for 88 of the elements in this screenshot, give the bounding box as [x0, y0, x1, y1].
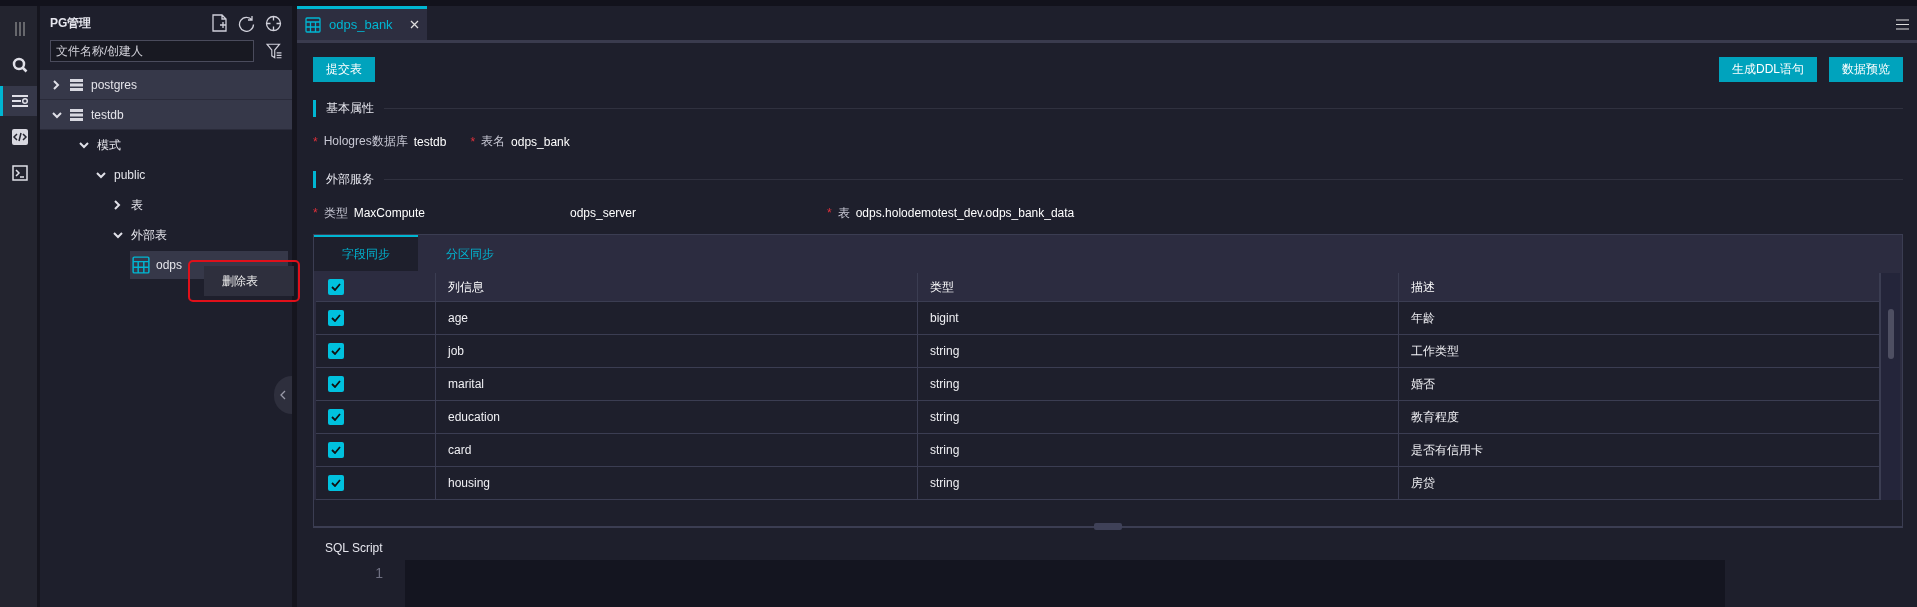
column-header: 列信息	[436, 273, 918, 303]
code-icon[interactable]	[12, 129, 28, 145]
field-value: MaxCompute	[353, 206, 426, 221]
checkbox[interactable]	[328, 310, 344, 327]
table-cell: 工作类型	[1399, 335, 1880, 369]
collapse-handle[interactable]	[274, 376, 292, 414]
checkbox[interactable]	[328, 475, 344, 492]
column-header: 描述	[1399, 273, 1880, 303]
list-icon[interactable]	[11, 94, 29, 108]
search-field[interactable]: 文件名称/创建人	[50, 40, 254, 62]
table-cell: housing	[436, 467, 918, 501]
tree-item[interactable]: public	[40, 160, 292, 190]
checkbox[interactable]	[328, 343, 344, 360]
refresh-icon[interactable]	[238, 14, 255, 32]
sub-tab[interactable]: 字段同步	[314, 235, 418, 272]
table-cell: 房贷	[1399, 467, 1880, 501]
check-icon	[331, 446, 341, 455]
field-value: testdb	[413, 134, 447, 149]
table-cell: job	[436, 335, 918, 369]
field-label: Hologres数据库	[323, 133, 408, 151]
table-cell: string	[918, 467, 1399, 501]
table-cell: string	[918, 434, 1399, 468]
terminal-icon[interactable]	[12, 165, 28, 181]
table-cell: card	[436, 434, 918, 468]
checkbox[interactable]	[328, 279, 344, 296]
tree-item[interactable]: testdb	[40, 100, 292, 130]
table-cell: 年龄	[1399, 302, 1880, 336]
table-cell: bigint	[918, 302, 1399, 336]
required-mark: *	[470, 134, 476, 149]
required-mark: *	[313, 206, 318, 221]
check-icon	[331, 380, 341, 389]
table-cell: education	[436, 401, 918, 435]
checkbox[interactable]	[328, 409, 344, 426]
field-value: odps_bank	[511, 134, 570, 149]
search-icon[interactable]	[12, 57, 28, 73]
table-cell: 婚否	[1399, 368, 1880, 402]
line-number: 1	[374, 565, 383, 582]
sidebar-title: PG管理	[50, 14, 93, 32]
table-cell: 是否有信用卡	[1399, 434, 1880, 468]
new-file-icon[interactable]	[212, 14, 228, 32]
check-icon	[331, 413, 341, 422]
close-icon[interactable]	[410, 20, 419, 29]
field-label: 表	[837, 204, 850, 222]
grip-icon[interactable]	[14, 21, 26, 37]
chevron-down-icon[interactable]	[52, 110, 62, 119]
database-icon	[70, 108, 83, 121]
sql-script-title: SQL Script	[325, 541, 383, 556]
chevron-right-icon[interactable]	[52, 79, 60, 90]
tree-item[interactable]: 外部表	[40, 220, 292, 250]
check-icon	[331, 479, 341, 488]
menu-icon[interactable]	[1896, 19, 1909, 30]
tree-item[interactable]: postgres	[40, 70, 292, 100]
column-header: 类型	[918, 273, 1399, 303]
table-cell: age	[436, 302, 918, 336]
required-mark: *	[827, 206, 832, 221]
check-icon	[331, 283, 341, 292]
filter-icon[interactable]	[265, 43, 282, 59]
field-value: odps_server	[570, 206, 637, 221]
check-icon	[331, 314, 341, 323]
check-icon	[331, 347, 341, 356]
field-label: 类型	[323, 204, 348, 222]
chevron-left-icon[interactable]	[280, 390, 286, 400]
database-icon	[70, 78, 83, 91]
chevron-down-icon[interactable]	[79, 141, 89, 149]
table-icon	[132, 256, 150, 274]
table-cell: string	[918, 335, 1399, 369]
table-cell: string	[918, 401, 1399, 435]
field-value: odps.holodemotest_dev.odps_bank_data	[855, 206, 1075, 221]
section-title: 基本属性	[326, 99, 374, 117]
checkbox[interactable]	[328, 442, 344, 459]
chevron-right-icon[interactable]	[113, 200, 121, 210]
section-title: 外部服务	[326, 171, 374, 188]
table-cell: 教育程度	[1399, 401, 1880, 435]
chevron-down-icon[interactable]	[113, 231, 123, 239]
chevron-down-icon[interactable]	[96, 171, 106, 179]
sub-tab[interactable]: 分区同步	[418, 235, 522, 272]
field-label: 表名	[481, 133, 506, 151]
tree-item[interactable]: 表	[40, 190, 292, 220]
checkbox[interactable]	[328, 376, 344, 393]
locate-icon[interactable]	[265, 14, 282, 32]
required-mark: *	[313, 134, 318, 149]
context-menu-item[interactable]: 删除表	[204, 266, 294, 296]
table-cell: marital	[436, 368, 918, 402]
table-icon	[305, 16, 321, 33]
table-cell: string	[918, 368, 1399, 402]
editor-tab[interactable]: odps_bank	[297, 6, 427, 40]
resize-handle[interactable]	[1094, 523, 1122, 531]
tree-item[interactable]: 模式	[40, 130, 292, 160]
